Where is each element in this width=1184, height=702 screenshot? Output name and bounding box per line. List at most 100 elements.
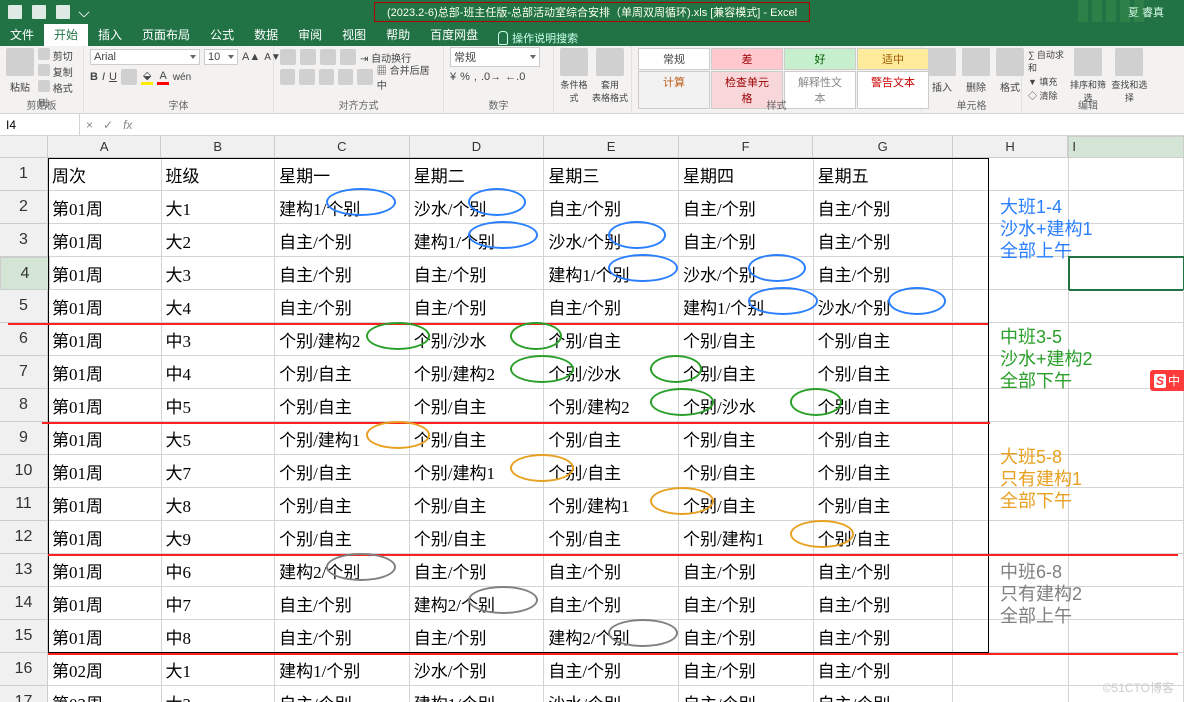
cell[interactable]: 建构2/个别	[410, 587, 545, 620]
cell[interactable]: 个别/自主	[544, 323, 679, 356]
cell[interactable]: 自主/个别	[679, 686, 814, 702]
cell[interactable]: 个别/自主	[275, 521, 410, 554]
align-bot-icon[interactable]	[320, 49, 336, 65]
find-select-button[interactable]: 查找和选择	[1111, 48, 1148, 104]
cell[interactable]: 个别/沙水	[410, 323, 545, 356]
name-box[interactable]: I4	[0, 114, 80, 135]
row-header-15[interactable]: 15	[0, 620, 48, 653]
cell[interactable]	[953, 290, 1068, 323]
menu-tab-百度网盘[interactable]: 百度网盘	[420, 23, 488, 46]
cell[interactable]	[953, 521, 1068, 554]
cell[interactable]: 个别/自主	[814, 323, 953, 356]
cell[interactable]: 大8	[162, 488, 276, 521]
cell[interactable]: 自主/个别	[814, 587, 953, 620]
cell[interactable]: 个别/自主	[544, 455, 679, 488]
menu-tab-数据[interactable]: 数据	[244, 23, 288, 46]
cell[interactable]: 建构2/个别	[275, 554, 410, 587]
cell[interactable]: 大1	[162, 653, 276, 686]
cell[interactable]: 个别/自主	[814, 356, 953, 389]
cell[interactable]: 自主/个别	[814, 620, 953, 653]
menu-tab-插入[interactable]: 插入	[88, 23, 132, 46]
cell[interactable]: 个别/自主	[410, 488, 545, 521]
row-header-16[interactable]: 16	[0, 653, 48, 686]
align-left-icon[interactable]	[280, 69, 295, 85]
col-header-I[interactable]: I	[1068, 136, 1184, 158]
redo-icon[interactable]	[56, 5, 70, 19]
cell[interactable]: 第01周	[48, 455, 162, 488]
row-header-7[interactable]: 7	[0, 356, 48, 389]
cell[interactable]: 沙水/个别	[410, 653, 545, 686]
cell[interactable]	[1069, 158, 1184, 191]
cell[interactable]: 第01周	[48, 257, 162, 290]
cell[interactable]: 自主/个别	[544, 191, 679, 224]
fill-color-button[interactable]: ⬙	[141, 69, 153, 85]
row-header-10[interactable]: 10	[0, 455, 48, 488]
cell[interactable]: 建构1/个别	[275, 653, 410, 686]
cell[interactable]: 第01周	[48, 389, 162, 422]
cell[interactable]: 自主/个别	[814, 257, 953, 290]
cell[interactable]: 大2	[162, 224, 276, 257]
autosum-button[interactable]: ∑ 自动求和	[1028, 48, 1065, 74]
cell[interactable]: 个别/自主	[275, 389, 410, 422]
cell[interactable]: 星期三	[544, 158, 679, 191]
row-header-9[interactable]: 9	[0, 422, 48, 455]
menu-tab-审阅[interactable]: 审阅	[288, 23, 332, 46]
fx-icon[interactable]: fx	[123, 118, 132, 132]
cell[interactable]: 个别/自主	[410, 521, 545, 554]
cell[interactable]: 个别/自主	[679, 455, 814, 488]
col-header-C[interactable]: C	[275, 136, 410, 158]
cell[interactable]: 个别/自主	[275, 356, 410, 389]
align-mid-icon[interactable]	[300, 49, 316, 65]
cell[interactable]: 中5	[162, 389, 276, 422]
cell[interactable]: 个别/建构2	[275, 323, 410, 356]
cell[interactable]: 个别/自主	[814, 521, 953, 554]
cell[interactable]: 建构1/个别	[275, 191, 410, 224]
align-center-icon[interactable]	[299, 69, 314, 85]
cell[interactable]	[1069, 488, 1184, 521]
percent-icon[interactable]: %	[460, 71, 470, 83]
cell[interactable]: 自主/个别	[544, 554, 679, 587]
indent-inc-icon[interactable]	[357, 69, 372, 85]
cell[interactable]: 建构1/个别	[544, 257, 679, 290]
cell[interactable]: 大9	[162, 521, 276, 554]
font-color-button[interactable]: A	[157, 70, 168, 85]
spreadsheet-grid[interactable]: ABCDEFGHI 1234567891011121314151617 周次班级…	[0, 136, 1184, 702]
inc-decimal-icon[interactable]: .0→	[481, 71, 501, 83]
cell[interactable]: 建构1/个别	[410, 224, 545, 257]
cell[interactable]: 建构1/个别	[410, 686, 545, 702]
cell[interactable]: 大7	[162, 455, 276, 488]
cell[interactable]: 个别/自主	[814, 389, 953, 422]
cell[interactable]: 班级	[162, 158, 276, 191]
cell[interactable]: 个别/自主	[410, 389, 545, 422]
currency-icon[interactable]: ¥	[450, 71, 456, 83]
save-icon[interactable]	[8, 5, 22, 19]
cell[interactable]: 大1	[162, 191, 276, 224]
cell[interactable]: 中7	[162, 587, 276, 620]
cancel-icon[interactable]: ×	[86, 118, 93, 132]
style-neutral[interactable]: 适中	[857, 48, 929, 70]
cell[interactable]: 个别/自主	[544, 521, 679, 554]
indent-dec-icon[interactable]	[338, 69, 353, 85]
cell[interactable]: 建构2/个别	[544, 620, 679, 653]
cell[interactable]: 个别/自主	[410, 422, 545, 455]
row-header-5[interactable]: 5	[0, 290, 48, 323]
cell[interactable]: 自主/个别	[679, 653, 814, 686]
comma-icon[interactable]: ,	[474, 71, 477, 83]
orientation-icon[interactable]	[340, 49, 356, 65]
col-header-H[interactable]: H	[953, 136, 1068, 158]
cell[interactable]	[953, 653, 1068, 686]
cell[interactable]: 自主/个别	[275, 224, 410, 257]
cell[interactable]	[1069, 290, 1184, 323]
cell[interactable]: 个别/自主	[679, 356, 814, 389]
cell[interactable]: 沙水/个别	[679, 257, 814, 290]
cell[interactable]: 自主/个别	[679, 587, 814, 620]
cell[interactable]: 个别/沙水	[544, 356, 679, 389]
cell[interactable]: 自主/个别	[814, 554, 953, 587]
increase-font-icon[interactable]: A▲	[242, 51, 260, 63]
cell[interactable]: 个别/自主	[679, 323, 814, 356]
copy-button[interactable]: 复制	[38, 64, 77, 79]
cell[interactable]: 大5	[162, 422, 276, 455]
undo-icon[interactable]	[32, 5, 46, 19]
menu-tab-文件[interactable]: 文件	[0, 23, 44, 46]
fill-button[interactable]: ▼ 填充	[1028, 75, 1065, 88]
